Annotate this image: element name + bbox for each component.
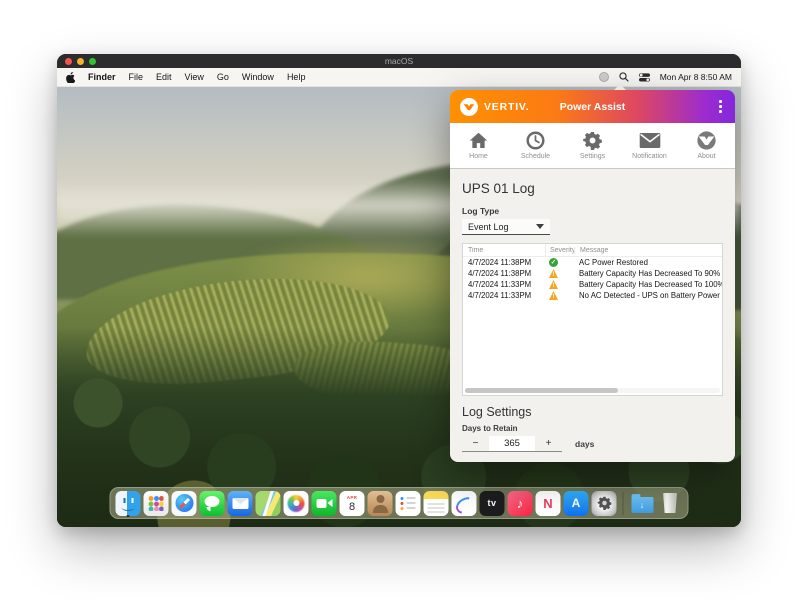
dock-icon-reminders[interactable]: [396, 491, 421, 516]
dock-icon-safari[interactable]: [172, 491, 197, 516]
warning-icon: [549, 291, 558, 300]
dock-icon-photos[interactable]: [284, 491, 309, 516]
app-header: Power Assist VERTIV.: [450, 90, 735, 123]
dock-icon-system-settings[interactable]: [592, 491, 617, 516]
column-header-message: Message: [574, 247, 722, 254]
download-arrow-icon: ↓: [631, 497, 653, 513]
table-row: 4/7/2024 11:38PM AC Power Restored: [463, 257, 722, 268]
success-icon: [549, 258, 558, 267]
downloads-folder-icon: ↓: [631, 497, 653, 513]
days-unit-label: days: [575, 439, 594, 449]
home-icon: [469, 131, 488, 151]
envelope-icon: [639, 131, 661, 151]
app-content: UPS 01 Log Log Type Event Log Time Sever…: [450, 169, 735, 462]
table-row: 4/7/2024 11:33PM Battery Capacity Has De…: [463, 279, 722, 290]
dock-icon-launchpad[interactable]: [144, 491, 169, 516]
vertiv-about-icon: [697, 131, 716, 151]
dock-icon-freeform[interactable]: [452, 491, 477, 516]
calendar-day-label: 8: [349, 501, 355, 513]
log-settings-heading: Log Settings: [462, 405, 723, 419]
dock-icon-calendar[interactable]: APR 8: [340, 491, 365, 516]
gear-icon: [597, 496, 611, 510]
page-title: UPS 01 Log: [462, 181, 723, 196]
overflow-menu-button[interactable]: [716, 97, 725, 115]
power-assist-popover: Power Assist VERTIV. Home Schedule: [450, 90, 735, 462]
minimize-button[interactable]: [77, 58, 84, 65]
nav-item-settings[interactable]: Settings: [564, 123, 621, 168]
window-titlebar[interactable]: macOS: [57, 54, 741, 68]
window-title: macOS: [57, 56, 741, 66]
nav-item-notification[interactable]: Notification: [621, 123, 678, 168]
dock-icon-finder[interactable]: [116, 491, 141, 516]
days-to-retain-row: − 365 + days: [462, 436, 723, 452]
menu-item-finder[interactable]: Finder: [88, 72, 116, 82]
music-note-icon: ♪: [517, 497, 524, 510]
table-row: 4/7/2024 11:33PM No AC Detected - UPS on…: [463, 290, 722, 301]
macos-window: macOS Finder File Edit View Go Window He…: [57, 54, 741, 527]
dock-icon-app-store[interactable]: A: [564, 491, 589, 516]
dock-icon-contacts[interactable]: [368, 491, 393, 516]
app-nav: Home Schedule Settings Notification: [450, 123, 735, 168]
table-header: Time Severity Message: [463, 244, 722, 257]
days-to-retain-value[interactable]: 365: [489, 436, 535, 451]
menu-item-view[interactable]: View: [185, 72, 204, 82]
control-center-icon[interactable]: [639, 73, 650, 82]
dock-icon-trash[interactable]: [658, 491, 683, 516]
brand-name: VERTIV.: [484, 101, 529, 113]
traffic-lights: [65, 58, 96, 65]
warning-icon: [549, 269, 558, 278]
days-to-retain-label: Days to Retain: [462, 424, 723, 433]
horizontal-scrollbar[interactable]: [465, 388, 720, 393]
dock-icon-downloads[interactable]: ↓: [630, 491, 655, 516]
dock-icon-news[interactable]: N: [536, 491, 561, 516]
log-type-value: Event Log: [468, 222, 509, 232]
menu-bar: Finder File Edit View Go Window Help Mon…: [57, 68, 741, 87]
finder-running-indicator: [127, 515, 130, 518]
increment-button[interactable]: +: [535, 436, 562, 451]
chevron-down-icon: [536, 224, 544, 229]
column-header-severity: Severity: [545, 244, 574, 256]
menu-item-file[interactable]: File: [129, 72, 144, 82]
dock: APR 8 tv ♪ N A: [110, 487, 689, 519]
log-type-label: Log Type: [462, 206, 723, 216]
clock-icon: [526, 131, 545, 151]
dock-icon-maps[interactable]: [256, 491, 281, 516]
dock-icon-facetime[interactable]: [312, 491, 337, 516]
warning-icon: [549, 280, 558, 289]
decrement-button[interactable]: −: [462, 436, 489, 451]
event-log-table: Time Severity Message 4/7/2024 11:38PM A…: [462, 243, 723, 396]
menu-bar-status-area: Mon Apr 8 8:50 AM: [599, 72, 732, 82]
close-button[interactable]: [65, 58, 72, 65]
menu-bar-clock[interactable]: Mon Apr 8 8:50 AM: [660, 72, 732, 82]
dock-icon-mail[interactable]: [228, 491, 253, 516]
menu-item-go[interactable]: Go: [217, 72, 229, 82]
power-assist-menubar-icon[interactable]: [599, 72, 609, 82]
zoom-button[interactable]: [89, 58, 96, 65]
menu-item-window[interactable]: Window: [242, 72, 274, 82]
dock-icon-music[interactable]: ♪: [508, 491, 533, 516]
nav-item-schedule[interactable]: Schedule: [507, 123, 564, 168]
apple-menu-icon[interactable]: [66, 72, 75, 83]
vertiv-logo-icon: [460, 98, 478, 116]
nav-item-home[interactable]: Home: [450, 123, 507, 168]
menu-item-help[interactable]: Help: [287, 72, 306, 82]
gear-icon: [583, 131, 602, 151]
days-to-retain-stepper: − 365 +: [462, 436, 562, 452]
log-type-dropdown[interactable]: Event Log: [462, 219, 550, 235]
nav-item-about[interactable]: About: [678, 123, 735, 168]
dock-separator: [623, 492, 624, 515]
dock-icon-notes[interactable]: [424, 491, 449, 516]
table-row: 4/7/2024 11:38PM Battery Capacity Has De…: [463, 268, 722, 279]
scrollbar-thumb[interactable]: [465, 388, 618, 393]
menu-bar-left: Finder File Edit View Go Window Help: [66, 72, 305, 83]
trash-bin-icon: [663, 493, 678, 513]
search-icon[interactable]: [619, 72, 629, 82]
dock-icon-messages[interactable]: [200, 491, 225, 516]
dock-icon-tv[interactable]: tv: [480, 491, 505, 516]
menu-item-edit[interactable]: Edit: [156, 72, 172, 82]
column-header-time: Time: [463, 247, 545, 254]
